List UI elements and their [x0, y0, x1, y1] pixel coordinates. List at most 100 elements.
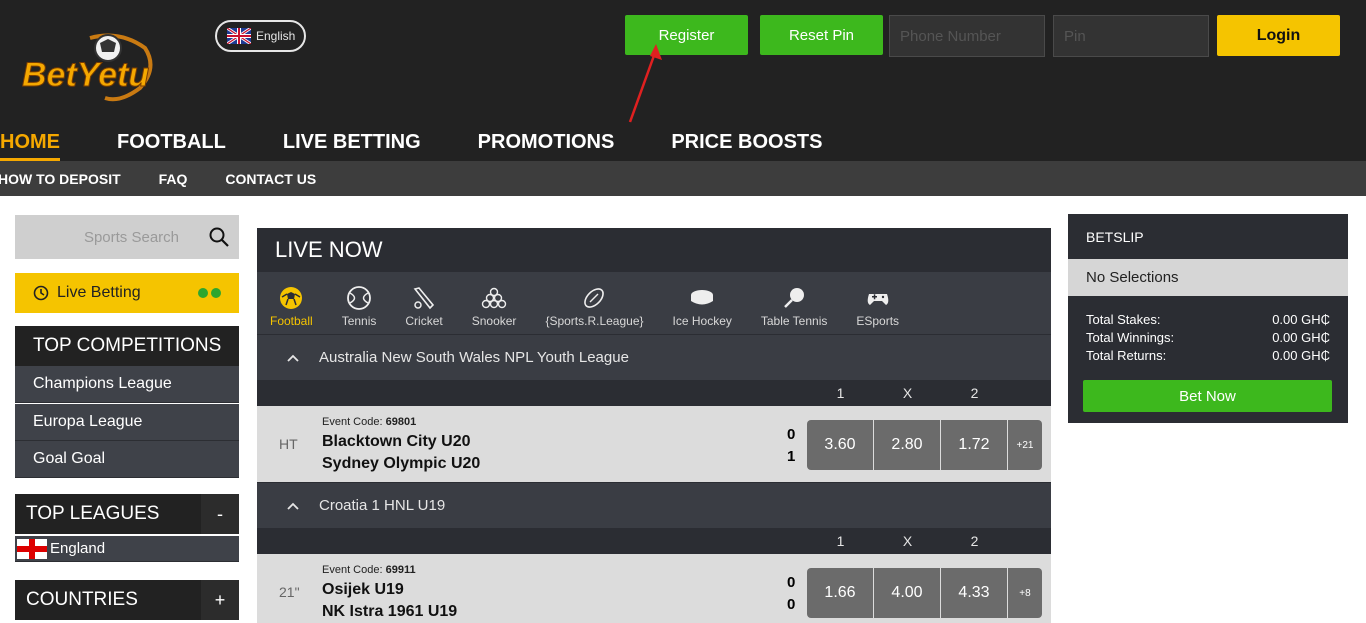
odds-group: 1.66 4.00 4.33 +8 — [807, 568, 1042, 618]
chevron-up-icon[interactable] — [287, 502, 299, 510]
league-england-label: England — [50, 540, 106, 557]
search-icon[interactable] — [209, 227, 229, 247]
snooker-balls-icon — [481, 287, 507, 309]
home-team: Blacktown City U20 — [322, 433, 471, 450]
subnav-contact-us[interactable]: CONTACT US — [225, 171, 316, 187]
total-winnings-row: Total Winnings: 0.00 GH₵ — [1068, 328, 1348, 346]
live-betting-label: Live Betting — [57, 284, 141, 301]
league-name: Australia New South Wales NPL Youth Leag… — [319, 349, 629, 366]
sport-tab-tennis[interactable]: Tennis — [341, 285, 377, 328]
top-bar: BetYetu English Register Reset Pin Phone… — [0, 0, 1366, 161]
top-leagues-title: TOP LEAGUES — [26, 503, 160, 524]
language-label: English — [256, 29, 296, 43]
event-time: 21" — [279, 584, 300, 600]
away-team: NK Istra 1961 U19 — [322, 603, 458, 620]
sport-tab-table-tennis[interactable]: Table Tennis — [761, 285, 827, 328]
odds-draw-button[interactable]: 2.80 — [874, 420, 940, 470]
top-competitions-header: TOP COMPETITIONS — [15, 326, 239, 366]
total-returns-label: Total Returns: — [1086, 347, 1167, 363]
event-code-value: 69801 — [385, 416, 417, 428]
odds-away-button[interactable]: 1.72 — [941, 420, 1007, 470]
nav-promotions[interactable]: PROMOTIONS — [478, 124, 615, 161]
england-flag-icon — [17, 538, 47, 559]
event-row[interactable]: 21" Event Code: 69911 Osijek U19 NK Istr… — [257, 554, 1051, 623]
sport-tab-rugby-league[interactable]: {Sports.R.League} — [545, 285, 644, 328]
subnav-how-to-deposit[interactable]: HOW TO DEPOSIT — [0, 171, 121, 187]
competition-europa-league[interactable]: Europa League — [15, 404, 239, 441]
home-team: Osijek U19 — [322, 581, 404, 598]
pin-input[interactable]: Pin — [1053, 15, 1209, 57]
odds-draw-button[interactable]: 4.00 — [874, 568, 940, 618]
hockey-puck-icon — [691, 290, 714, 305]
odds-group: 3.60 2.80 1.72 +21 — [807, 420, 1042, 470]
away-team: Sydney Olympic U20 — [322, 455, 481, 472]
sport-label: ESports — [856, 314, 900, 328]
home-score: 0 — [787, 426, 796, 443]
betslip-title: BETSLIP — [1086, 228, 1144, 245]
main-nav: HOME FOOTBALL LIVE BETTING PROMOTIONS PR… — [0, 124, 879, 161]
sport-tab-esports[interactable]: ESports — [856, 285, 899, 328]
total-stakes-row: Total Stakes: 0.00 GH₵ — [1068, 310, 1348, 328]
competition-goal-goal[interactable]: Goal Goal — [15, 441, 239, 478]
col-header-x: X — [902, 533, 913, 549]
live-indicator-icon — [198, 288, 221, 298]
sport-label: Cricket — [405, 314, 443, 328]
countries-title: COUNTRIES — [26, 589, 138, 610]
league-name: Croatia 1 HNL U19 — [319, 497, 446, 514]
nav-home[interactable]: HOME — [0, 124, 60, 161]
collapse-toggle[interactable]: - — [201, 494, 239, 534]
sport-tabs: Football Tennis Cricket Snooker {Sports.… — [257, 272, 1051, 334]
login-button[interactable]: Login — [1217, 15, 1340, 56]
odds-away-button[interactable]: 4.33 — [941, 568, 1007, 618]
nav-live-betting[interactable]: LIVE BETTING — [283, 124, 421, 161]
live-betting-button[interactable]: Live Betting — [15, 273, 239, 313]
sport-label: Tennis — [341, 314, 377, 328]
sport-tab-football[interactable]: Football — [270, 285, 313, 328]
away-score: 0 — [787, 596, 796, 613]
league-header[interactable]: Croatia 1 HNL U19 — [257, 482, 1051, 528]
total-returns-value: 0.00 GH₵ — [1272, 347, 1330, 363]
red-arrow-annotation — [628, 44, 662, 123]
event-row[interactable]: HT Event Code: 69801 Blacktown City U20 … — [257, 406, 1051, 482]
odds-home-button[interactable]: 3.60 — [807, 420, 873, 470]
bet-now-button[interactable]: Bet Now — [1083, 380, 1332, 412]
league-england[interactable]: England — [15, 536, 239, 562]
chevron-up-icon[interactable] — [287, 354, 299, 362]
col-header-2: 2 — [970, 385, 979, 401]
sport-label: Ice Hockey — [672, 314, 732, 328]
nav-football[interactable]: FOOTBALL — [117, 124, 226, 161]
nav-price-boosts[interactable]: PRICE BOOSTS — [671, 124, 822, 161]
phone-number-input[interactable]: Phone Number — [889, 15, 1045, 57]
more-markets-button[interactable]: +8 — [1008, 568, 1042, 618]
live-now-panel: LIVE NOW Football Tennis Cricket Snooker… — [257, 228, 1051, 623]
sport-tab-ice-hockey[interactable]: Ice Hockey — [673, 285, 732, 328]
odds-home-button[interactable]: 1.66 — [807, 568, 873, 618]
sport-tab-cricket[interactable]: Cricket — [405, 285, 443, 328]
svg-text:BetYetu: BetYetu — [22, 56, 149, 94]
gamepad-icon — [867, 294, 889, 305]
total-stakes-label: Total Stakes: — [1086, 311, 1161, 327]
home-score: 0 — [787, 574, 796, 591]
league-header[interactable]: Australia New South Wales NPL Youth Leag… — [257, 334, 1051, 380]
sport-tab-snooker[interactable]: Snooker — [471, 285, 517, 328]
betyetu-logo[interactable]: BetYetu — [20, 28, 160, 106]
col-header-1: 1 — [836, 385, 845, 401]
reset-pin-button[interactable]: Reset Pin — [760, 15, 883, 55]
football-icon — [280, 287, 303, 309]
more-markets-button[interactable]: +21 — [1008, 420, 1042, 470]
total-winnings-label: Total Winnings: — [1086, 329, 1175, 345]
expand-toggle[interactable]: + — [201, 580, 239, 620]
subnav-faq[interactable]: FAQ — [159, 171, 188, 187]
ping-pong-paddle-icon — [784, 288, 805, 308]
competition-champions-league[interactable]: Champions League — [15, 366, 239, 403]
sport-label: {Sports.R.League} — [545, 314, 644, 328]
total-stakes-value: 0.00 GH₵ — [1272, 311, 1330, 327]
language-selector[interactable]: English — [215, 20, 306, 52]
top-leagues-header: TOP LEAGUES - — [15, 494, 239, 534]
event-code-value: 69911 — [385, 564, 416, 576]
sport-label: Snooker — [471, 314, 517, 328]
event-code-label: Event Code: — [322, 416, 383, 428]
sports-search[interactable]: Sports Search — [15, 215, 239, 259]
odds-column-headers: 1 X 2 — [257, 380, 1051, 406]
live-now-title: LIVE NOW — [257, 228, 1051, 272]
